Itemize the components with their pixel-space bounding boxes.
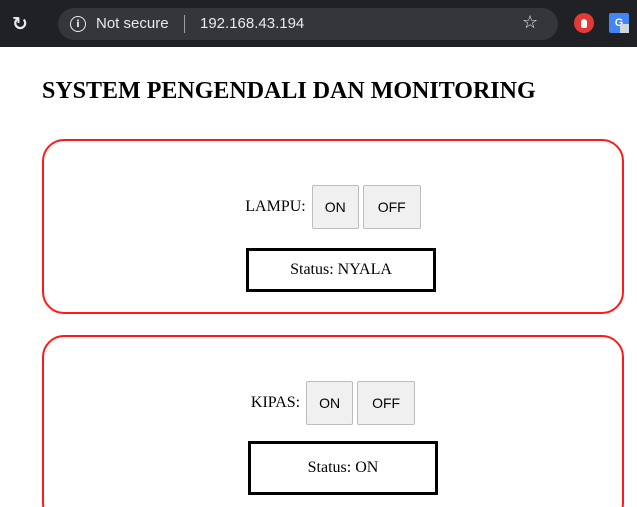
browser-toolbar: ↻ i Not secure 192.168.43.194 ☆ G xyxy=(0,0,637,47)
kipas-label: KIPAS: xyxy=(250,394,301,411)
kipas-status: Status: ON xyxy=(248,441,438,495)
kipas-panel: KIPAS: ON OFF Status: ON xyxy=(42,335,624,507)
translate-icon[interactable]: G xyxy=(609,13,629,33)
kipas-off-button[interactable]: OFF xyxy=(357,381,416,425)
lampu-on-button[interactable]: ON xyxy=(311,185,359,229)
lampu-control-row: LAMPU: ON OFF xyxy=(44,185,622,229)
info-icon[interactable]: i xyxy=(70,16,86,32)
bookmark-star-icon[interactable]: ☆ xyxy=(522,12,538,34)
kipas-on-button[interactable]: ON xyxy=(306,381,354,425)
reload-icon[interactable]: ↻ xyxy=(7,11,33,37)
kipas-control-row: KIPAS: ON OFF xyxy=(44,381,622,425)
page-title: SYSTEM PENGENDALI DAN MONITORING xyxy=(42,78,536,104)
address-separator xyxy=(184,15,185,33)
url-text[interactable]: 192.168.43.194 xyxy=(200,14,304,34)
lampu-status: Status: NYALA xyxy=(246,248,436,292)
lampu-label: LAMPU: xyxy=(245,198,306,215)
lampu-off-button[interactable]: OFF xyxy=(362,185,421,229)
lampu-panel: LAMPU: ON OFF Status: NYALA xyxy=(42,139,624,314)
extension-red-icon[interactable] xyxy=(574,13,594,33)
security-label[interactable]: Not secure xyxy=(96,14,169,34)
